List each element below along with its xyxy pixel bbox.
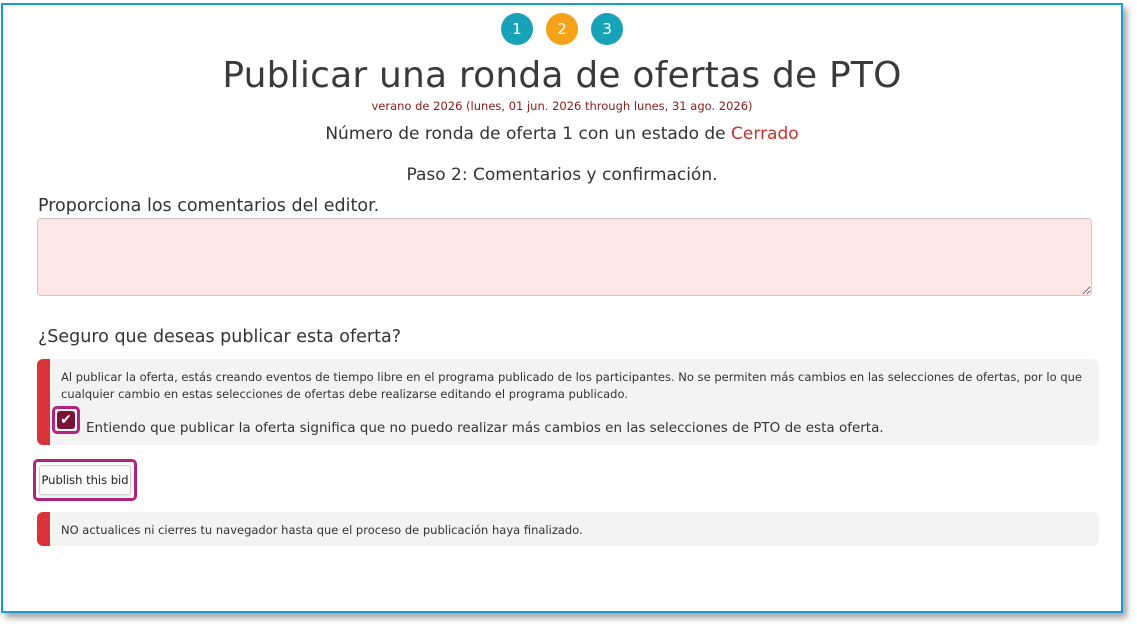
- publish-button[interactable]: Publish this bid: [39, 465, 131, 495]
- page-title: Publicar una ronda de ofertas de PTO: [222, 55, 902, 96]
- step-heading: Paso 2: Comentarios y confirmación.: [406, 165, 718, 185]
- step-2[interactable]: 2: [546, 13, 578, 45]
- step-1[interactable]: 1: [500, 13, 533, 45]
- acknowledge-checkbox-highlight: ✔: [52, 406, 80, 434]
- status-closed: Cerrado: [731, 124, 799, 144]
- step-3[interactable]: 3: [591, 13, 624, 45]
- bid-dates: verano de 2026 (lunes, 01 jun. 2026 thro…: [371, 99, 753, 113]
- checkmark-icon: ✔: [60, 412, 72, 428]
- comments-textarea[interactable]: [37, 218, 1092, 296]
- confirm-question: ¿Seguro que deseas publicar esta oferta?: [38, 327, 402, 347]
- publish-button-highlight: Publish this bid: [33, 459, 137, 501]
- acknowledge-label[interactable]: Entiendo que publicar la oferta signific…: [86, 420, 884, 436]
- comments-label: Proporciona los comentarios del editor.: [38, 196, 380, 216]
- page-frame: 1 2 3 Publicar una ronda de ofertas de P…: [1, 3, 1123, 613]
- browser-warning-text: NO actualices ni cierres tu navegador ha…: [61, 523, 583, 537]
- publish-warning-alert: Al publicar la oferta, estás creando eve…: [37, 359, 1099, 445]
- publish-warning-text: Al publicar la oferta, estás creando eve…: [61, 370, 1082, 401]
- acknowledge-checkbox[interactable]: ✔: [57, 411, 75, 429]
- step-indicator: 1 2 3: [3, 13, 1121, 45]
- browser-warning-alert: NO actualices ni cierres tu navegador ha…: [37, 512, 1099, 546]
- round-status: Número de ronda de oferta 1 con un estad…: [3, 124, 1121, 144]
- round-status-text: Número de ronda de oferta 1 con un estad…: [325, 124, 726, 144]
